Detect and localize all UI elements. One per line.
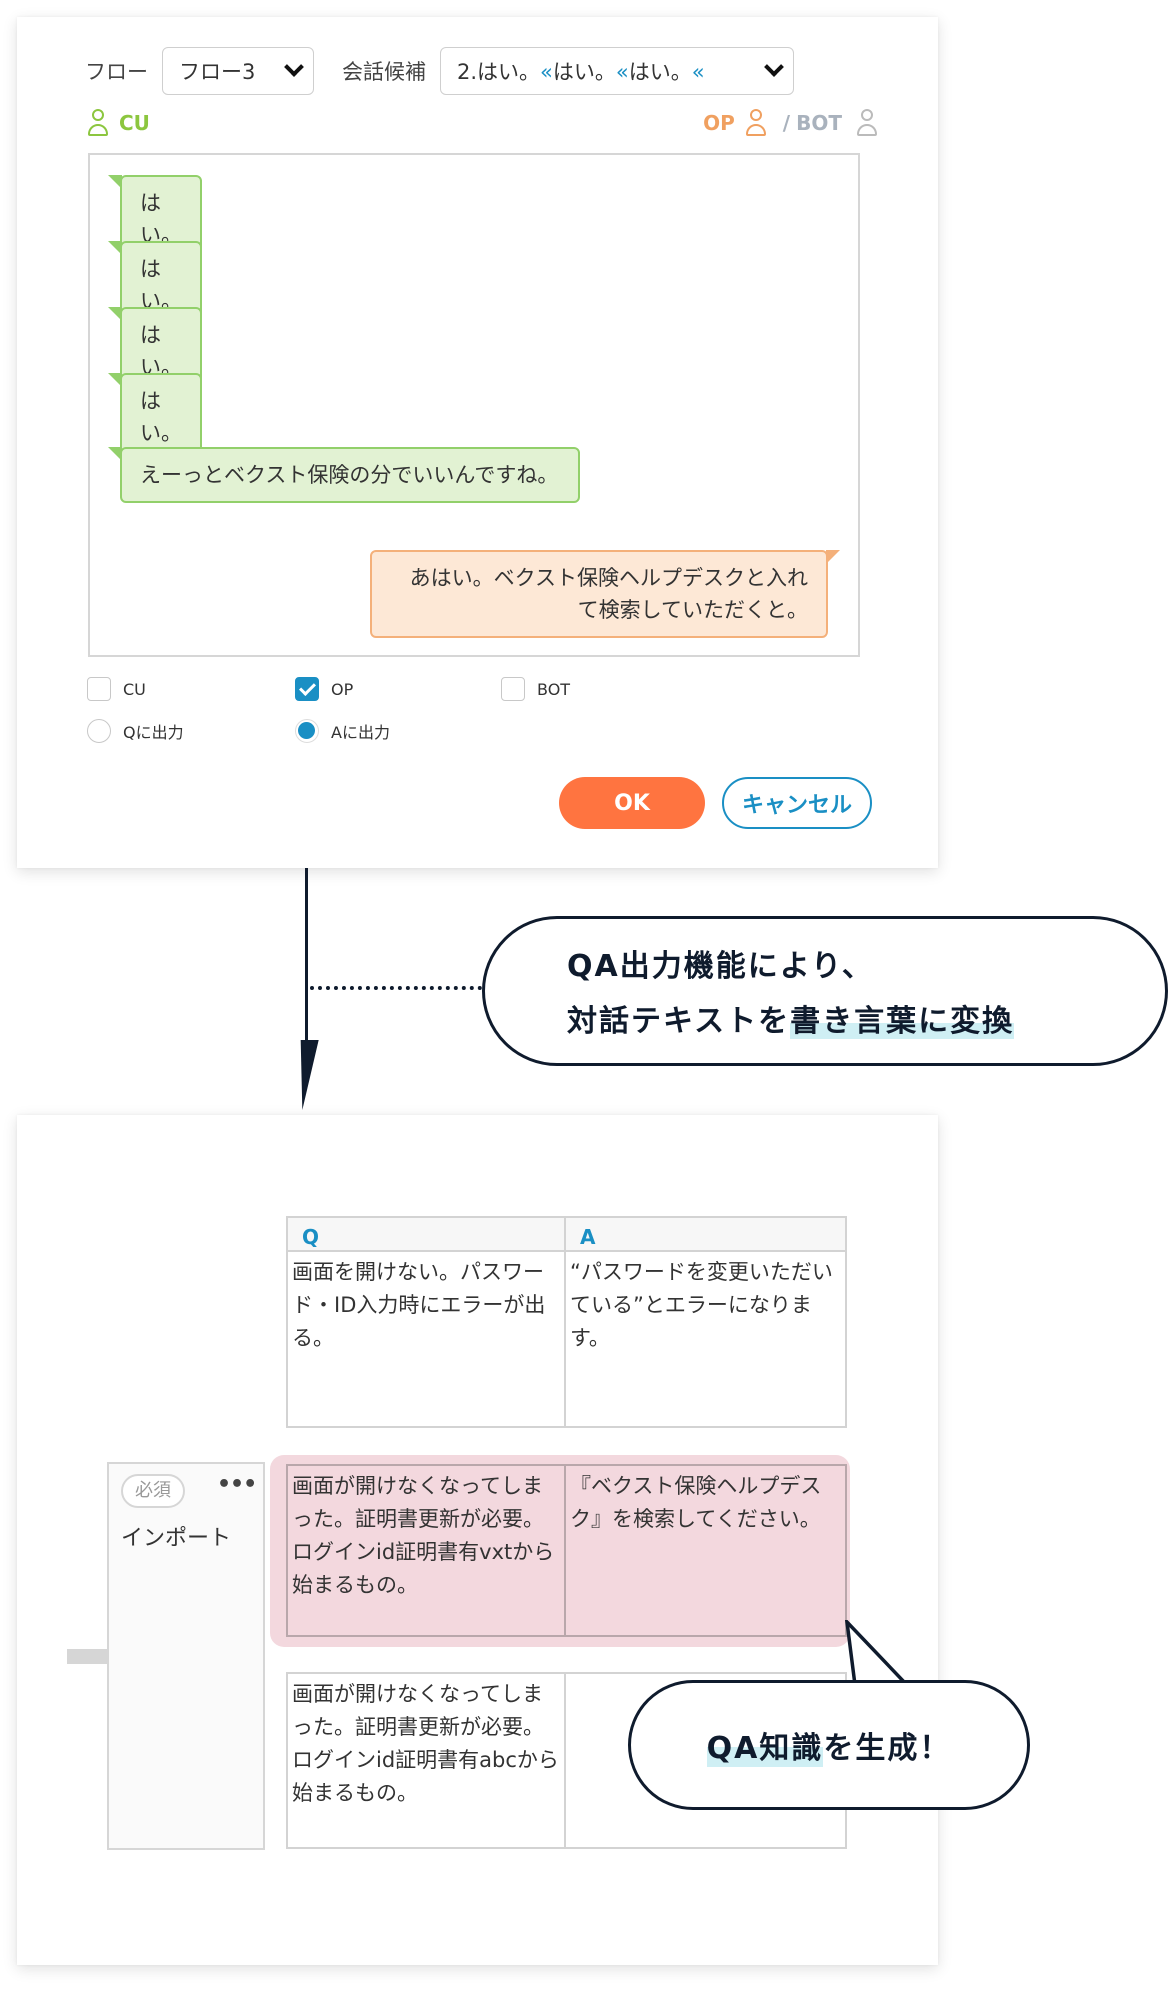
cu-speaker-label: CU (119, 111, 150, 135)
qa-knowledge-panel: Q A 画面を開けない。パスワード・ID入力時にエラーが出る。 “パスワードを変… (17, 1115, 1030, 1965)
user-icon (87, 109, 109, 137)
ok-button[interactable]: OK (559, 777, 705, 829)
callout-text: を生成！ (823, 1731, 952, 1766)
qa-row[interactable]: 画面を開けない。パスワード・ID入力時にエラーが出る。 “パスワードを変更いただ… (286, 1250, 847, 1428)
flow-label: フロー (85, 60, 148, 84)
radio-output-a[interactable]: Aに出力 (295, 719, 390, 743)
qa-output-dialog: フロー フロー3 会話候補 2.はい。«はい。«はい。« CU OP / BOT… (17, 17, 938, 868)
conversation-candidate-select[interactable]: 2.はい。«はい。«はい。« (440, 47, 794, 95)
question-cell[interactable]: 画面が開けなくなってしまった。証明書更新が必要。ログインid証明書有vxtから始… (288, 1466, 566, 1635)
column-header-q: Q (288, 1218, 566, 1250)
checkbox-icon[interactable] (501, 677, 525, 701)
op-speaker-label: OP (703, 111, 735, 135)
candidate-label: 会話候補 (342, 60, 426, 84)
op-bot-speaker-header: OP / BOT (703, 109, 878, 137)
flow-connector-line (305, 868, 308, 1046)
conversation-log[interactable]: はい。 はい。 はい。 はい。 えーっとベクスト保険の分でいいんですね。 あはい… (88, 153, 860, 657)
answer-cell[interactable]: 『ベクスト保険ヘルプデスク』を検索してください。 (566, 1466, 845, 1635)
cancel-button[interactable]: キャンセル (722, 777, 872, 829)
answer-cell[interactable]: “パスワードを変更いただいている”とエラーになります。 (566, 1252, 845, 1426)
chat-bubble-op[interactable]: あはい。ベクスト保険ヘルプデスクと入れて検索していただくと。 (370, 549, 840, 638)
bot-speaker-label: BOT (796, 111, 842, 135)
arrow-down-icon (293, 1040, 319, 1110)
qa-row-generated[interactable]: 画面が開けなくなってしまった。証明書更新が必要。ログインid証明書有vxtから始… (286, 1464, 847, 1637)
radio-label: Aに出力 (331, 723, 390, 742)
explanation-callout: QA出力機能により、 対話テキストを書き言葉に変換 (482, 916, 1168, 1066)
import-node-card[interactable]: 必須 ••• インポート (107, 1462, 265, 1850)
checkbox-bot[interactable]: BOT (501, 677, 570, 701)
callout-line-2: 対話テキストを書き言葉に変換 (567, 1004, 1015, 1039)
radio-selected-icon[interactable] (295, 719, 319, 743)
question-cell[interactable]: 画面を開けない。パスワード・ID入力時にエラーが出る。 (288, 1252, 566, 1426)
callout-line-1: QA出力機能により、 (567, 949, 874, 984)
checkbox-op[interactable]: OP (295, 677, 353, 701)
marker-highlight: QA知識 (706, 1723, 824, 1767)
flow-select-value: フロー3 (179, 60, 256, 84)
chevron-down-icon (284, 57, 304, 77)
marker-highlight: 書き言葉に変換 (790, 1004, 1015, 1039)
checkbox-checked-icon[interactable] (295, 677, 319, 701)
qa-table-header: Q A (286, 1216, 847, 1252)
chevron-down-icon (764, 57, 784, 77)
checkbox-label: BOT (537, 679, 571, 699)
slash-separator: / (782, 111, 791, 135)
flow-select[interactable]: フロー3 (162, 47, 314, 95)
checkbox-label: OP (331, 679, 354, 699)
checkbox-label: CU (123, 679, 146, 699)
result-callout: QA知識 を生成！ (628, 1680, 1030, 1810)
import-label: インポート (121, 1526, 232, 1551)
candidate-select-value: 2.はい。«はい。«はい。« (457, 60, 705, 84)
dotted-connector (310, 986, 482, 990)
checkbox-cu[interactable]: CU (87, 677, 146, 701)
column-header-a: A (580, 1225, 596, 1249)
question-cell[interactable]: 画面が開けなくなってしまった。証明書更新が必要。ログインid証明書有abcから始… (288, 1674, 566, 1847)
radio-output-q[interactable]: Qに出力 (87, 719, 184, 743)
connector-stub (67, 1649, 107, 1664)
cu-speaker-header: CU (87, 109, 150, 137)
checkbox-icon[interactable] (87, 677, 111, 701)
chat-bubble-cu[interactable]: えーっとベクスト保険の分でいいんですね。 (108, 446, 580, 503)
radio-icon[interactable] (87, 719, 111, 743)
radio-label: Qに出力 (123, 723, 184, 742)
more-options-icon[interactable]: ••• (217, 1472, 257, 1497)
bot-icon (856, 109, 878, 137)
required-badge: 必須 (121, 1474, 185, 1508)
dialog-toolbar: フロー フロー3 会話候補 2.はい。«はい。«はい。« (85, 47, 794, 95)
operator-icon (745, 109, 767, 137)
